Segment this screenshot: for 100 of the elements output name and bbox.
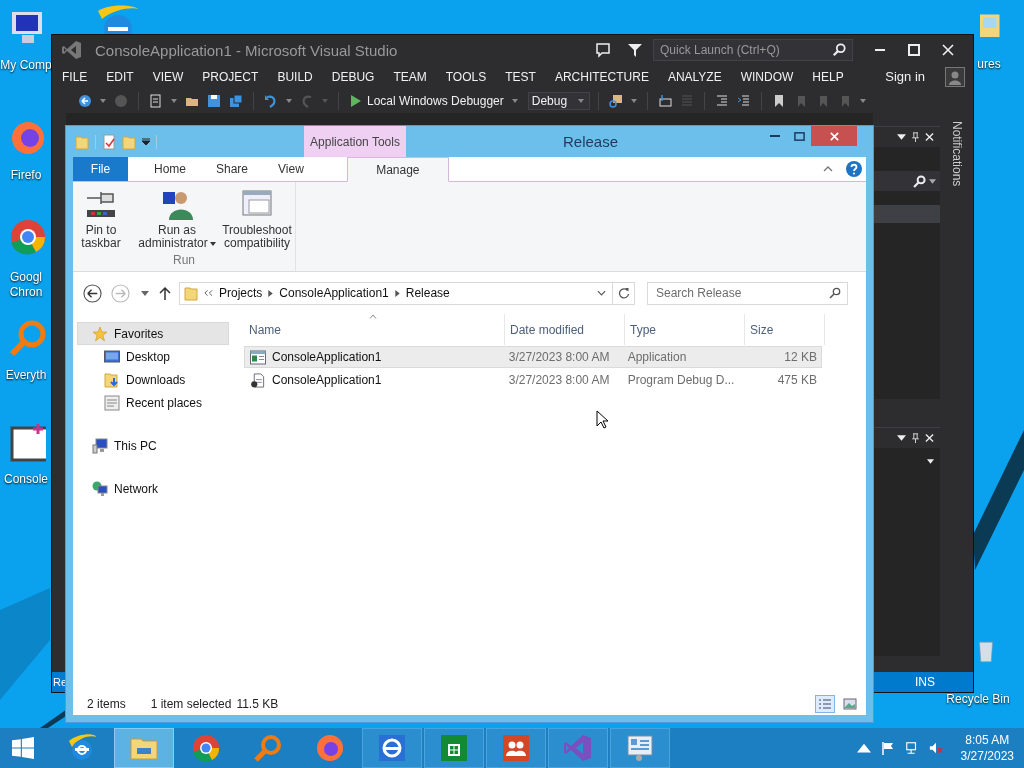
table-cell-text: 475 KB <box>776 373 818 387</box>
nav-item[interactable]: This PC <box>77 434 229 457</box>
ribbon-command-button[interactable]: Troubleshoot compatibility <box>221 186 293 252</box>
taskbar-button[interactable] <box>424 728 484 768</box>
close-icon[interactable] <box>925 433 934 443</box>
breadcrumb-item[interactable]: Projects <box>219 286 263 300</box>
ribbon-tab[interactable]: Manage <box>346 157 449 182</box>
back-button[interactable] <box>81 282 103 304</box>
breadcrumb-arrow-icon[interactable] <box>268 289 274 297</box>
flag-icon[interactable] <box>880 741 895 755</box>
ribbon-tab[interactable]: Home <box>140 157 200 181</box>
pin-icon[interactable] <box>911 433 920 443</box>
network-icon[interactable] <box>904 741 919 755</box>
outdent-icon[interactable] <box>736 93 751 108</box>
taskbar-button[interactable] <box>486 728 546 768</box>
menu-item[interactable]: TEST <box>505 69 536 84</box>
step-icon[interactable] <box>657 93 672 108</box>
breadcrumb-arrow-icon[interactable] <box>394 289 400 297</box>
sign-in-link[interactable]: Sign in <box>885 69 925 84</box>
start-button-icon[interactable] <box>12 737 34 759</box>
star-icon <box>92 325 108 342</box>
side-tab[interactable]: Notifications <box>949 121 964 191</box>
clock-date[interactable]: 3/27/2023 <box>960 748 1014 764</box>
indent-icon[interactable] <box>714 93 729 108</box>
visual-studio-logo-icon <box>563 733 593 763</box>
find-in-files-icon[interactable] <box>608 93 623 108</box>
menu-item[interactable]: DEBUG <box>331 69 375 84</box>
show-hidden-icons-icon[interactable] <box>856 741 871 755</box>
minimize-icon <box>875 49 885 51</box>
menu-item[interactable]: PROJECT <box>202 69 259 84</box>
configuration-dropdown[interactable]: Debug <box>527 91 590 110</box>
save-icon[interactable] <box>207 93 221 108</box>
column-header[interactable]: Size <box>745 314 825 345</box>
nav-item[interactable]: Network <box>77 477 229 500</box>
user-avatar-icon[interactable] <box>945 66 965 87</box>
ribbon-command-button[interactable]: Pin to taskbar <box>75 186 127 252</box>
status-text: 11.5 KB <box>236 696 279 711</box>
details-view-button[interactable] <box>815 694 835 713</box>
history-caret-icon[interactable] <box>597 290 606 296</box>
download-folder-icon <box>104 371 120 388</box>
column-header[interactable]: Date modified <box>505 314 625 345</box>
column-header[interactable]: Name <box>244 314 505 345</box>
quick-launch-field[interactable]: Quick Launch (Ctrl+Q) <box>653 39 853 61</box>
panel-search-field[interactable] <box>873 171 940 191</box>
caret-icon[interactable] <box>929 178 936 184</box>
caret-icon <box>209 241 216 246</box>
desktop-icon-label: Googl Chron <box>8 270 44 300</box>
pin-icon[interactable] <box>911 132 920 142</box>
nav-item[interactable]: Favorites <box>77 322 229 345</box>
column-header[interactable]: Type <box>625 314 745 345</box>
minimize-icon <box>770 135 780 137</box>
caret-icon[interactable] <box>897 433 906 443</box>
menu-item[interactable]: FILE <box>62 69 88 84</box>
recent-locations-caret-icon[interactable] <box>141 290 149 296</box>
menu-item[interactable]: WINDOW <box>740 69 794 84</box>
undo-icon[interactable] <box>264 93 278 108</box>
ribbon-command-button[interactable]: Run as administrator <box>135 186 219 252</box>
menu-item[interactable]: HELP <box>812 69 844 84</box>
start-debugging-button[interactable]: Local Windows Debugger <box>347 90 524 111</box>
save-all-icon[interactable] <box>229 93 243 108</box>
nav-item[interactable]: Desktop <box>77 345 229 368</box>
menu-item[interactable]: EDIT <box>106 69 134 84</box>
file-row[interactable]: ConsoleApplication1 3/27/2023 8:00 AM Program Debug D... 475 KB <box>244 369 822 391</box>
menu-item[interactable]: ARCHITECTURE <box>554 69 649 84</box>
collapse-ribbon-icon[interactable] <box>823 166 833 172</box>
properties-icon[interactable] <box>102 133 116 150</box>
caret-icon[interactable] <box>897 132 906 142</box>
customize-caret-icon[interactable] <box>142 137 150 146</box>
menu-item[interactable]: ANALYZE <box>667 69 722 84</box>
overflow-chevron-icon[interactable] <box>204 289 213 297</box>
nav-item[interactable]: Recent places <box>77 391 229 414</box>
feedback-icon[interactable] <box>595 42 611 58</box>
back-icon[interactable] <box>78 93 92 108</box>
address-bar[interactable]: Projects ConsoleApplication1 Release <box>179 281 635 305</box>
file-row[interactable]: ConsoleApplication1 3/27/2023 8:00 AM Application 12 KB <box>244 346 822 368</box>
muted-speaker-icon[interactable] <box>928 741 943 755</box>
nav-item[interactable]: Downloads <box>77 368 229 391</box>
menu-item[interactable]: BUILD <box>277 69 313 84</box>
table-cell-text: Application <box>626 350 688 364</box>
taskbar-button[interactable] <box>610 728 670 768</box>
up-arrow-icon[interactable] <box>159 286 171 300</box>
taskbar-button[interactable] <box>362 728 422 768</box>
breadcrumb-item[interactable]: Release <box>405 286 450 300</box>
filter-icon[interactable] <box>627 42 643 58</box>
breadcrumb-item[interactable]: ConsoleApplication1 <box>279 286 389 300</box>
menu-item[interactable]: TOOLS <box>445 69 487 84</box>
desktop-icon-label: Everyth <box>5 368 47 383</box>
maximize-icon <box>793 130 805 142</box>
chrome-icon <box>191 733 221 763</box>
ribbon-tab[interactable]: File <box>73 157 128 181</box>
search-field[interactable]: Search Release <box>647 281 848 305</box>
taskbar-button[interactable] <box>114 728 174 768</box>
help-icon[interactable] <box>846 161 862 177</box>
contextual-tab-header: Application Tools <box>304 126 406 157</box>
menu-item[interactable]: TEAM <box>393 69 427 84</box>
close-icon[interactable] <box>925 132 934 142</box>
ribbon-tab[interactable]: Share <box>202 157 263 181</box>
ribbon-tab[interactable]: View <box>264 157 318 181</box>
menu-item[interactable]: VIEW <box>152 69 184 84</box>
clock-time[interactable]: 8:05 AM <box>965 732 1010 748</box>
